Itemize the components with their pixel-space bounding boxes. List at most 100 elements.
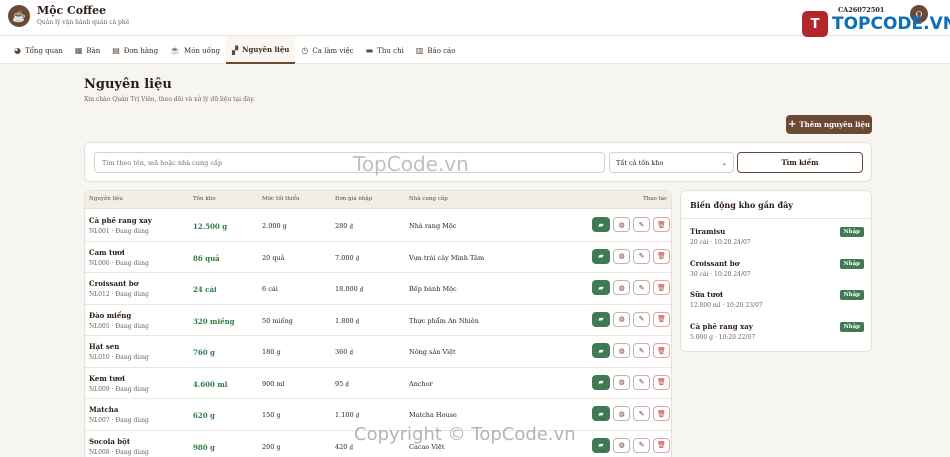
min-level: 150 g <box>262 411 281 419</box>
stock-value: 980 g <box>193 442 215 452</box>
add-ingredient-button[interactable]: + Thêm nguyên liệu <box>786 115 872 134</box>
table-row: Đào miếng NL005 · Đang dùng 320 miếng 50 mi… <box>85 305 671 336</box>
import-price: 18.000 ₫ <box>335 285 364 293</box>
supplier-name: Nhà rang Mộc <box>409 222 457 230</box>
ingredient-code: NL008 · Đang dùng <box>89 448 149 456</box>
row-actions: ▰ ◍ ✎ 🗑 <box>592 437 670 453</box>
table-row: Cam tươi NL006 · Đang dùng 86 quả 20 quả 7.0… <box>85 242 671 273</box>
ingredient-name: Socola bột <box>89 436 131 446</box>
nav-tab[interactable]: ▦ Bàn <box>69 37 106 64</box>
import-price: 280 ₫ <box>335 222 353 230</box>
export-stock-button[interactable]: ◍ <box>613 374 630 390</box>
min-level: 900 ml <box>262 379 285 388</box>
import-stock-icon: ▰ <box>598 283 604 292</box>
status-badge: Nhập <box>839 321 864 332</box>
row-actions: ▰ ◍ ✎ 🗑 <box>592 343 670 358</box>
stock-filter-value: Tất cả tồn kho <box>616 158 664 167</box>
edit-button[interactable]: ✎ <box>633 311 650 327</box>
export-stock-button[interactable]: ◍ <box>613 217 630 232</box>
delete-button[interactable]: 🗑 <box>653 437 670 453</box>
import-stock-button[interactable]: ▰ <box>592 343 610 358</box>
import-stock-button[interactable]: ▰ <box>592 217 610 232</box>
nav-tab-label: Báo cáo <box>427 46 456 55</box>
delete-button[interactable]: 🗑 <box>653 248 670 264</box>
supplier-name: Vựa trái cây Minh Tâm <box>409 253 485 262</box>
import-stock-button[interactable]: ▰ <box>592 437 610 453</box>
edit-icon: ✎ <box>638 441 645 449</box>
supplier-name: Thực phẩm An Nhiên <box>409 316 479 325</box>
export-stock-button[interactable]: ◍ <box>613 311 630 327</box>
stock-filter-select[interactable]: Tất cả tồn kho ⌄ <box>609 152 734 173</box>
table-row: Hạt sen NL010 · Đang dùng 760 g 180 g 360 ₫ N… <box>85 336 671 368</box>
import-stock-button[interactable]: ▰ <box>592 374 610 390</box>
export-stock-button[interactable]: ◍ <box>613 280 630 295</box>
movements-title: Biến động kho gần đây <box>690 200 793 210</box>
delete-button[interactable]: 🗑 <box>653 280 670 295</box>
search-input[interactable]: Tìm theo tên, mã hoặc nhà cung cấp <box>94 152 605 173</box>
nav-tab[interactable]: ◷ Ca làm việc <box>295 37 359 64</box>
nav-tab[interactable]: ▞ Nguyên liệu <box>225 37 296 64</box>
header-price: Đơn giá nhập <box>335 196 373 202</box>
app-subtitle: Quản lý vận hành quán cà phê <box>37 19 130 26</box>
wallet-icon: ▬ <box>365 46 374 55</box>
edit-button[interactable]: ✎ <box>633 280 650 295</box>
watermark-logo-text: TOPCODE.VN <box>832 14 950 34</box>
search-button[interactable]: Tìm kiếm <box>737 152 863 173</box>
edit-button[interactable]: ✎ <box>633 374 650 390</box>
nav-tab-label: Bàn <box>86 46 101 55</box>
table-icon: ▦ <box>74 46 83 55</box>
ingredient-code: NL009 · Đang dùng <box>89 385 149 393</box>
stock-value: 620 g <box>193 411 215 420</box>
export-stock-button[interactable]: ◍ <box>613 437 630 453</box>
chart-icon: ▥ <box>415 46 424 55</box>
import-stock-button[interactable]: ▰ <box>592 248 610 264</box>
import-stock-button[interactable]: ▰ <box>592 280 610 295</box>
nav-tab[interactable]: ◕ Tổng quan <box>8 37 69 64</box>
edit-button[interactable]: ✎ <box>633 217 650 232</box>
import-stock-icon: ▰ <box>598 409 604 418</box>
table-row: Cà phê rang xay NL001 · Đang dùng 12.500 g… <box>85 210 671 242</box>
import-stock-button[interactable]: ▰ <box>592 406 610 421</box>
import-stock-icon: ▰ <box>598 378 604 386</box>
watermark-copyright: Copyright © TopCode.vn <box>354 424 576 445</box>
import-price: 7.000 ₫ <box>335 253 360 262</box>
min-level: 200 g <box>262 442 281 451</box>
edit-icon: ✎ <box>638 283 645 292</box>
delete-button[interactable]: 🗑 <box>653 406 670 421</box>
delete-icon: 🗑 <box>657 252 666 260</box>
nav-tab-label: Tổng quan <box>24 46 63 55</box>
export-stock-button[interactable]: ◍ <box>613 406 630 421</box>
ingredient-name: Matcha <box>89 405 119 414</box>
import-stock-icon: ▰ <box>598 346 604 355</box>
edit-button[interactable]: ✎ <box>633 406 650 421</box>
coffee-logo-icon[interactable]: ☕ <box>8 5 30 27</box>
import-price: 1.800 ₫ <box>335 316 360 325</box>
stock-value: 24 cái <box>193 285 217 294</box>
receipt-icon: ▤ <box>112 46 120 55</box>
import-stock-icon: ▰ <box>598 441 604 449</box>
movement-meta: 30 cái · 10:20 24/07 <box>690 270 751 278</box>
nav-tab[interactable]: ☕ Món uống <box>164 37 226 64</box>
edit-button[interactable]: ✎ <box>633 437 650 453</box>
movement-item: Cà phê rang xay 5.000 g · 10:20 22/07 Nhập <box>690 321 864 341</box>
delete-button[interactable]: 🗑 <box>653 343 670 358</box>
delete-icon: 🗑 <box>657 346 666 355</box>
min-level: 180 g <box>262 348 281 356</box>
export-stock-icon: ◍ <box>618 378 625 386</box>
nav-tab[interactable]: ▥ Báo cáo <box>410 37 462 64</box>
delete-button[interactable]: 🗑 <box>653 374 670 390</box>
edit-button[interactable]: ✎ <box>633 248 650 264</box>
export-stock-button[interactable]: ◍ <box>613 343 630 358</box>
edit-button[interactable]: ✎ <box>633 343 650 358</box>
nav-tab[interactable]: ▤ Đơn hàng <box>106 37 164 64</box>
supplier-name: Anchor <box>409 379 433 388</box>
nav-tab[interactable]: ▬ Thu chi <box>360 37 410 64</box>
status-badge: Nhập <box>839 290 864 300</box>
import-stock-button[interactable]: ▰ <box>592 311 610 327</box>
delete-button[interactable]: 🗑 <box>653 311 670 327</box>
stock-value: 12.500 g <box>193 222 228 231</box>
edit-icon: ✎ <box>638 220 645 229</box>
export-stock-button[interactable]: ◍ <box>613 248 630 264</box>
delete-button[interactable]: 🗑 <box>653 217 670 232</box>
table-row: Kem tươi NL009 · Đang dùng 4.600 ml 900 ml 9… <box>85 368 671 399</box>
